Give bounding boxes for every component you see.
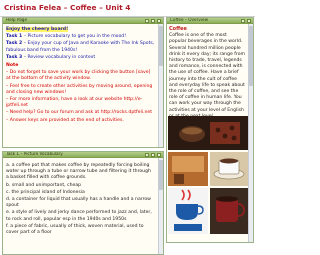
definition-item: d. a container for liquid that usually h… — [6, 197, 151, 209]
coffee-panel-title: Coffee – Overview — [170, 17, 208, 22]
definitions-panel-header[interactable]: Task 1 – Picture Vocabulary — [3, 152, 163, 158]
scroll-thumb[interactable] — [249, 26, 253, 86]
definition-item: b. small and unimportant, cheap — [6, 182, 82, 188]
coffee-photo-collage — [168, 116, 248, 234]
coffee-panel-scrollbar[interactable] — [248, 24, 253, 242]
help-panel-scrollbar[interactable] — [158, 24, 163, 147]
definitions-panel-scrollbar[interactable] — [158, 158, 163, 254]
coffee-panel-content: Coffee Coffee is one of the most popular… — [169, 26, 245, 120]
note-line: – Do not forget to save your work by cli… — [6, 70, 151, 82]
note-label: Note — [6, 63, 19, 69]
definitions-list: a. a coffee pot that makes coffee by rep… — [6, 163, 155, 237]
task1-link[interactable]: Task 1 — [6, 34, 22, 39]
coffee-panel-header[interactable]: Coffee – Overview — [167, 18, 253, 24]
note-line: – Feel free to create other activities b… — [6, 83, 153, 95]
maximize-icon[interactable] — [151, 153, 155, 157]
task2-link[interactable]: Task 2 — [6, 41, 22, 46]
coffee-title: Coffee — [169, 26, 187, 32]
note-line: – For more information, have a look at o… — [6, 97, 143, 109]
coffee-text: Coffee is one of the most popular bevera… — [169, 33, 245, 119]
window-titlebar: Cristina Felea – Coffee – Unit 4 — [0, 0, 255, 17]
window-title: Cristina Felea – Coffee – Unit 4 — [4, 3, 131, 12]
note-line: – Answer keys are provided at the end of… — [6, 117, 124, 123]
scroll-thumb[interactable] — [159, 160, 163, 190]
close-icon[interactable] — [157, 153, 161, 157]
help-panel-title: Help Page — [6, 17, 28, 22]
help-panel-header[interactable]: Help Page — [3, 18, 163, 24]
coffee-panel[interactable]: Coffee – Overview Coffee Coffee is one o… — [166, 17, 254, 243]
maximize-icon[interactable] — [241, 19, 245, 23]
help-panel-content: Enjoy the cheery board! Task 1 – Picture… — [6, 27, 155, 125]
task3-link[interactable]: Task 3 — [6, 55, 22, 60]
definition-item: e. a style of lively and jerky dance per… — [6, 210, 152, 222]
photo-coffee-crema — [182, 127, 202, 135]
note-line: – Need help? Go to our forum and ask at … — [6, 110, 153, 116]
close-icon[interactable] — [157, 19, 161, 23]
definition-item: f. a piece of fabric, usually of thick, … — [6, 223, 144, 236]
definition-item: a. a coffee pot that makes coffee by rep… — [6, 163, 151, 181]
scroll-thumb[interactable] — [159, 26, 163, 66]
minimize-icon[interactable] — [145, 153, 149, 157]
definitions-panel[interactable]: Task 1 – Picture Vocabulary a. a coffee … — [2, 151, 164, 255]
close-icon[interactable] — [247, 19, 251, 23]
definitions-panel-title: Task 1 – Picture Vocabulary — [6, 151, 63, 156]
photo-coffee-beans — [210, 122, 240, 144]
maximize-icon[interactable] — [151, 19, 155, 23]
help-heading: Enjoy the cheery board! — [6, 27, 69, 32]
task3-line: Task 3 – Review vocabulary in context — [6, 54, 96, 60]
task2-line: Task 2 – Enjoy your cup of Java and Kara… — [6, 41, 155, 53]
definition-item: c. the principal island of Indonesia — [6, 189, 85, 195]
minimize-icon[interactable] — [145, 19, 149, 23]
help-panel[interactable]: Help Page Enjoy the cheery board! Task 1… — [2, 17, 164, 148]
task1-line: Task 1 – Picture vocabulary to get you i… — [6, 34, 127, 40]
